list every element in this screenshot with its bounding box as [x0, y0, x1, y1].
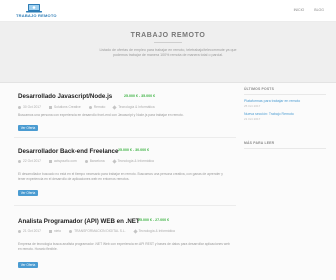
site-logo[interactable]: TRABAJO REMOTO	[16, 3, 57, 20]
building-icon	[48, 105, 52, 109]
job-company: Solutions Creative	[48, 105, 81, 109]
job-meta: 22 Oct 2017 actsyourllc.com Barcelona Te…	[18, 158, 232, 164]
location-icon	[69, 229, 73, 233]
job-meta: 30 Oct 2017 Solutions Creative Remoto Te…	[18, 104, 232, 110]
job-category: Tecnología & Informática	[111, 158, 154, 164]
job-date: 30 Oct 2017	[18, 105, 41, 109]
job-category: Tecnología & Informática	[132, 228, 175, 234]
logo-text: TRABAJO REMOTO	[16, 13, 57, 18]
job-card: Desarrollador Back-end Freelance 25.000 …	[14, 138, 236, 206]
top-navbar: TRABAJO REMOTO INICIO BLOG	[0, 0, 336, 22]
view-offer-button[interactable]: Ver Oferta	[18, 125, 38, 131]
hero-description: Listado de ofertas de empleo para trabaj…	[99, 48, 237, 58]
hero-divider	[154, 42, 182, 43]
sidebar-post: Nueva sección: Trabajo Remoto 21 Oct 201…	[244, 112, 326, 121]
job-description: Empresa de tecnología busca analista pro…	[18, 242, 230, 251]
job-description: El desarrollador buscado no está en el t…	[18, 172, 223, 181]
sidebar-post: Plataformas para trabajar en remoto 25 O…	[244, 99, 326, 108]
sidebar: ÚLTIMOS POSTS Plataformas para trabajar …	[244, 87, 326, 171]
popular-posts-heading: MÁS PARA LEER	[244, 141, 326, 149]
building-icon	[48, 159, 52, 163]
job-company: nieto	[48, 229, 61, 233]
job-list: Desarrollado Javascript/Node.js 25.000 €…	[14, 83, 236, 280]
job-salary: 25.000 € - 35.000 €	[124, 94, 156, 98]
job-date: 22 Oct 2017	[18, 159, 41, 163]
job-title[interactable]: Desarrollador Back-end Freelance	[18, 148, 118, 155]
job-salary: 25.000 € - 27.000 €	[138, 218, 170, 222]
job-salary: 25.000 € - 30.000 €	[118, 148, 150, 152]
job-description: Buscamos una persona con experiencia en …	[18, 113, 184, 117]
job-location: TRANSFORMACION DIGITAL S.L.	[69, 229, 126, 233]
tag-icon	[132, 228, 138, 234]
sidebar-post-link[interactable]: Plataformas para trabajar en remoto	[244, 99, 326, 103]
building-icon	[48, 229, 52, 233]
recent-posts-heading: ÚLTIMOS POSTS	[244, 87, 326, 95]
job-date: 21 Oct 2017	[18, 229, 41, 233]
calendar-icon	[18, 229, 21, 233]
popular-posts-list	[244, 149, 326, 171]
hero-title: TRABAJO REMOTO	[130, 32, 206, 39]
job-location: Remoto	[88, 105, 105, 109]
sidebar-post-date: 21 Oct 2017	[244, 117, 261, 121]
view-offer-button[interactable]: Ver Oferta	[18, 190, 38, 196]
job-card: Analista Programador (API) WEB en .NET 2…	[14, 206, 236, 280]
job-company: actsyourllc.com	[48, 159, 77, 163]
location-icon	[88, 105, 92, 109]
hero-banner: TRABAJO REMOTO Listado de ofertas de emp…	[0, 22, 336, 83]
view-offer-button[interactable]: Ver Oferta	[18, 262, 38, 268]
nav-link-inicio[interactable]: INICIO	[294, 8, 305, 12]
job-title[interactable]: Analista Programador (API) WEB en .NET	[18, 218, 140, 225]
calendar-icon	[18, 159, 21, 163]
sidebar-post-date: 25 Oct 2017	[244, 104, 261, 108]
tag-icon	[111, 158, 117, 164]
job-title[interactable]: Desarrollado Javascript/Node.js	[18, 93, 112, 100]
sidebar-post-link[interactable]: Nueva sección: Trabajo Remoto	[244, 112, 326, 116]
job-card: Desarrollado Javascript/Node.js 25.000 €…	[14, 83, 236, 138]
calendar-icon	[18, 105, 21, 109]
location-icon	[84, 159, 88, 163]
job-meta: 21 Oct 2017 nieto TRANSFORMACION DIGITAL…	[18, 228, 232, 234]
nav-link-blog[interactable]: BLOG	[314, 8, 324, 12]
tag-icon	[112, 104, 117, 110]
logo-laptop-icon	[26, 4, 42, 13]
job-category: Tecnología & Informática	[112, 104, 155, 110]
nav-links: INICIO BLOG	[294, 8, 324, 12]
job-location: Barcelona	[84, 159, 105, 163]
